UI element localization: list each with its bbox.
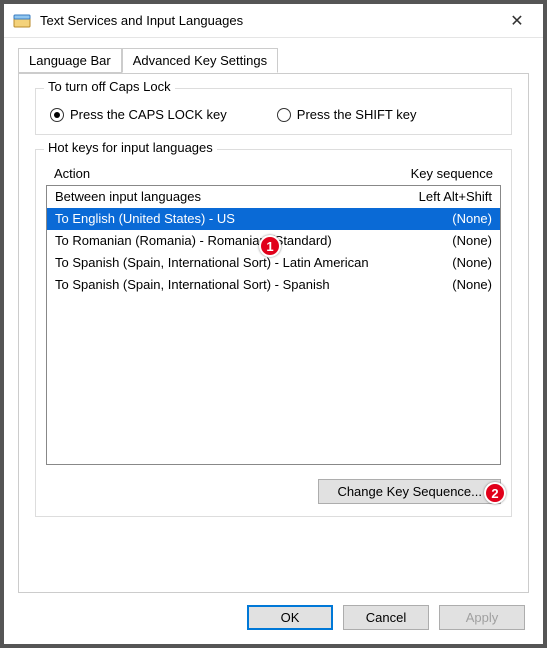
hotkeys-row[interactable]: To English (United States) - US(None) [47,208,500,230]
tab-panel-advanced: To turn off Caps Lock Press the CAPS LOC… [18,73,529,593]
button-label: Change Key Sequence... [337,484,482,499]
titlebar: Text Services and Input Languages ✕ [4,4,543,38]
hotkeys-row-action: Between input languages [55,188,382,206]
dialog-button-strip: OK Cancel Apply [4,593,543,630]
group-caps-lock: To turn off Caps Lock Press the CAPS LOC… [35,88,512,135]
radio-label: Press the SHIFT key [297,107,417,122]
hotkeys-row-key: Left Alt+Shift [382,188,492,206]
close-button[interactable]: ✕ [497,11,537,31]
hotkeys-row-key: (None) [382,232,492,250]
hotkeys-row-action: To Spanish (Spain, International Sort) -… [55,276,382,294]
annotation-badge-2: 2 [484,482,506,504]
tab-advanced-key-settings[interactable]: Advanced Key Settings [122,48,278,73]
column-header-key-sequence: Key sequence [373,166,493,181]
radio-icon [50,108,64,122]
tabstrip: Language BarAdvanced Key Settings [18,48,529,74]
radio-icon [277,108,291,122]
cancel-button[interactable]: Cancel [343,605,429,630]
hotkeys-row-key: (None) [382,276,492,294]
group-caps-lock-title: To turn off Caps Lock [44,79,175,94]
hotkeys-row[interactable]: Between input languagesLeft Alt+Shift [47,186,500,208]
hotkeys-header-row: Action Key sequence [46,164,501,185]
tab-language-bar[interactable]: Language Bar [18,48,122,73]
radio-label: Press the CAPS LOCK key [70,107,227,122]
column-header-action: Action [54,166,373,181]
radio-press-caps-lock[interactable]: Press the CAPS LOCK key [50,107,227,122]
ok-button[interactable]: OK [247,605,333,630]
apply-button[interactable]: Apply [439,605,525,630]
hotkeys-row[interactable]: To Romanian (Romania) - Romanian (Standa… [47,230,500,252]
radio-press-shift[interactable]: Press the SHIFT key [277,107,417,122]
window-title: Text Services and Input Languages [40,13,497,28]
hotkeys-row[interactable]: To Spanish (Spain, International Sort) -… [47,274,500,296]
hotkeys-row-key: (None) [382,210,492,228]
hotkeys-row-key: (None) [382,254,492,272]
hotkeys-row-action: To Romanian (Romania) - Romanian (Standa… [55,232,382,250]
group-hotkeys-title: Hot keys for input languages [44,140,217,155]
app-icon [12,11,32,31]
hotkeys-row-action: To English (United States) - US [55,210,382,228]
hotkeys-row[interactable]: To Spanish (Spain, International Sort) -… [47,252,500,274]
hotkeys-listbox[interactable]: Between input languagesLeft Alt+ShiftTo … [46,185,501,465]
hotkeys-row-action: To Spanish (Spain, International Sort) -… [55,254,382,272]
group-hotkeys: Hot keys for input languages Action Key … [35,149,512,517]
change-key-sequence-button[interactable]: Change Key Sequence... 2 [318,479,501,504]
